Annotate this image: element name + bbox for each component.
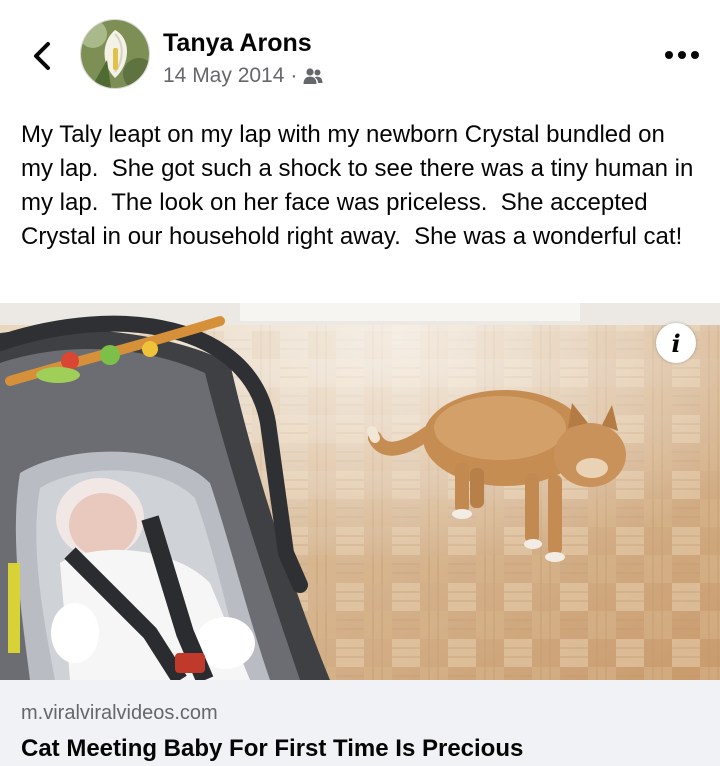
more-horizontal-icon (665, 51, 699, 59)
post-text: My Taly leapt on my lap with my newborn … (21, 121, 701, 250)
author-name[interactable]: Tanya Arons (163, 29, 312, 58)
back-button[interactable] (22, 36, 62, 76)
friends-icon (303, 68, 323, 84)
chevron-left-icon (34, 42, 50, 70)
more-options-button[interactable] (660, 38, 704, 72)
info-icon: i (671, 328, 681, 358)
video-thumbnail[interactable] (0, 303, 720, 680)
ad-info-button[interactable]: i (656, 323, 696, 363)
post-date[interactable]: 14 May 2014 (163, 64, 284, 88)
link-title[interactable]: Cat Meeting Baby For First Time Is Preci… (21, 735, 523, 763)
link-preview-card[interactable]: m.viralviralvideos.com Cat Meeting Baby … (0, 680, 720, 766)
link-domain: m.viralviralvideos.com (21, 702, 218, 724)
post-header: Tanya Arons 14 May 2014 · (0, 0, 720, 110)
post-meta: 14 May 2014 · (163, 64, 323, 88)
avatar[interactable] (80, 19, 150, 89)
meta-separator: · (290, 64, 298, 87)
